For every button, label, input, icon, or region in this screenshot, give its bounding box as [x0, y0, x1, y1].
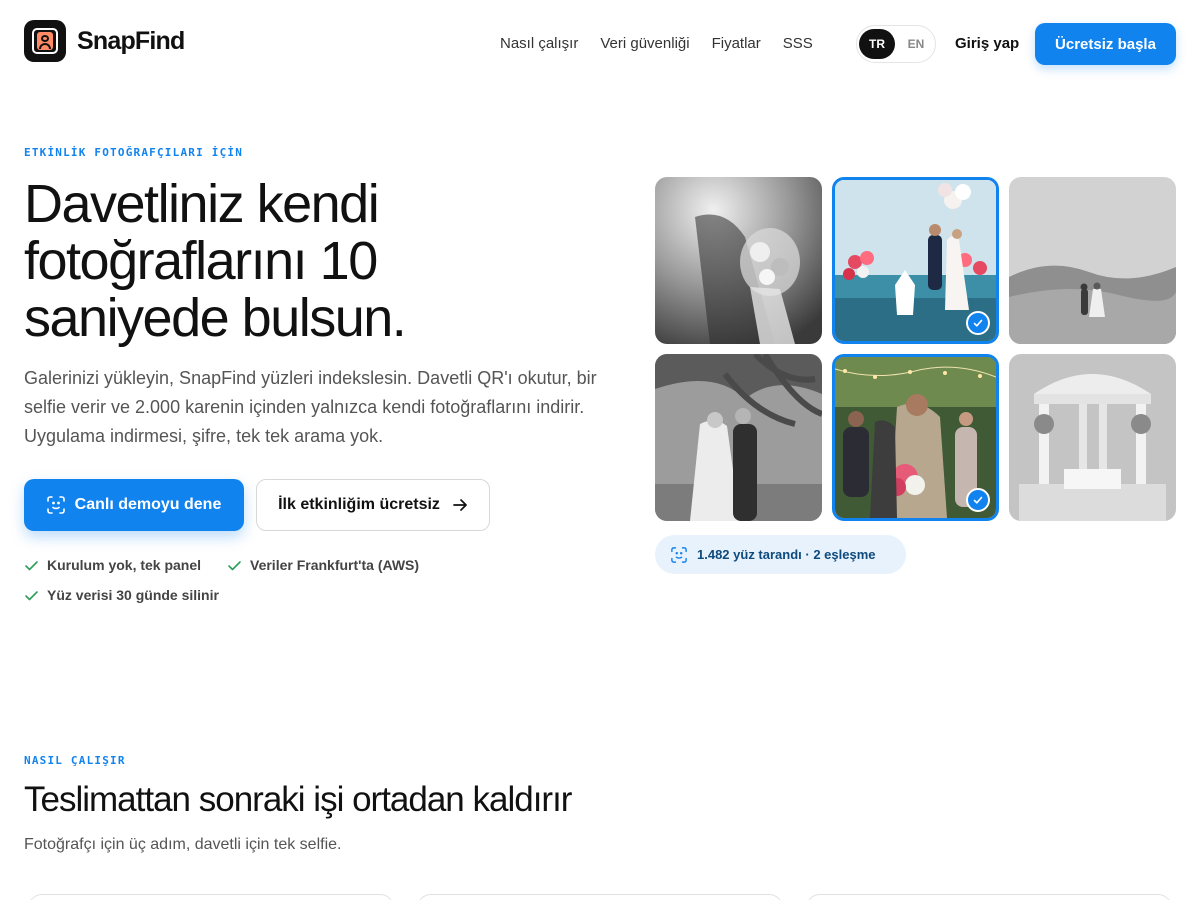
face-scan-icon: [671, 546, 687, 563]
lang-en-button[interactable]: EN: [899, 29, 933, 59]
bouquet-photo[interactable]: [655, 177, 822, 344]
arrow-right-icon: [453, 499, 467, 511]
couple-palm-photo[interactable]: [655, 354, 822, 521]
check-item: Kurulum yok, tek panel: [24, 557, 201, 573]
live-demo-label: Canlı demoyu dene: [74, 496, 222, 513]
check-icon: [25, 560, 38, 570]
hero-title-line: Davetliniz kendi: [24, 174, 380, 234]
nav-link-faq[interactable]: SSS: [783, 35, 813, 52]
face-scan-icon: [46, 496, 65, 514]
hero-title-line: fotoğraflarını 10: [24, 231, 378, 291]
brand-logo[interactable]: SnapFind: [24, 20, 185, 62]
hero-subtitle: Galerinizi yükleyin, SnapFind yüzleri in…: [24, 368, 597, 446]
hero-title-line: saniyede bulsun.: [24, 288, 407, 348]
check-item: Veriler Frankfurt'ta (AWS): [227, 557, 419, 573]
nav-link-how-it-works[interactable]: Nasıl çalışır: [500, 35, 578, 52]
check-item: Yüz verisi 30 günde silinir: [24, 587, 219, 603]
hero-eyebrow: ETKİNLİK FOTOĞRAFÇILARI İÇİN: [24, 146, 244, 159]
check-label: Kurulum yok, tek panel: [47, 557, 202, 573]
step-card: [806, 894, 1172, 900]
scan-status-pill: 1.482 yüz tarandı · 2 eşleşme: [655, 535, 906, 574]
brand-name: SnapFind: [77, 26, 185, 55]
couple-hills-photo[interactable]: [1009, 177, 1176, 344]
top-nav: SnapFind Nasıl çalışır Veri güvenliği Fi…: [24, 20, 1176, 66]
match-check-icon: [966, 488, 990, 512]
gazebo-photo[interactable]: [1009, 354, 1176, 521]
face-frame-logo-icon: [24, 20, 66, 62]
match-check-icon: [966, 311, 990, 335]
language-switcher: TR EN: [856, 25, 936, 63]
check-label: Veriler Frankfurt'ta (AWS): [250, 557, 420, 573]
nav-links: Nasıl çalışır Veri güvenliği Fiyatlar SS…: [500, 35, 813, 52]
first-event-free-button[interactable]: İlk etkinliğim ücretsiz: [256, 479, 490, 531]
check-icon: [25, 590, 38, 600]
guests-kiss-photo[interactable]: [832, 354, 999, 521]
hero-title: Davetliniz kendi fotoğraflarını 10 saniy…: [24, 176, 584, 347]
login-link[interactable]: Giriş yap: [955, 35, 1019, 52]
how-it-works-eyebrow: NASIL ÇALIŞIR: [24, 754, 126, 767]
how-it-works-title: Teslimattan sonraki işi ortadan kaldırır: [24, 780, 572, 819]
nav-link-pricing[interactable]: Fiyatlar: [712, 35, 761, 52]
live-demo-button[interactable]: Canlı demoyu dene: [24, 479, 244, 531]
check-icon: [228, 560, 241, 570]
scan-status-text: 1.482 yüz tarandı · 2 eşleşme: [697, 547, 876, 562]
lang-tr-button[interactable]: TR: [859, 29, 895, 59]
first-event-free-label: İlk etkinliğim ücretsiz: [278, 496, 440, 513]
balloons-ceremony-photo[interactable]: [832, 177, 999, 344]
start-free-button[interactable]: Ücretsiz başla: [1035, 23, 1176, 65]
nav-link-data-security[interactable]: Veri güvenliği: [600, 35, 689, 52]
step-card: [417, 894, 783, 900]
how-it-works-subtitle: Fotoğrafçı için üç adım, davetli için te…: [24, 836, 342, 853]
step-card: [28, 894, 394, 900]
check-label: Yüz verisi 30 günde silinir: [47, 587, 219, 603]
